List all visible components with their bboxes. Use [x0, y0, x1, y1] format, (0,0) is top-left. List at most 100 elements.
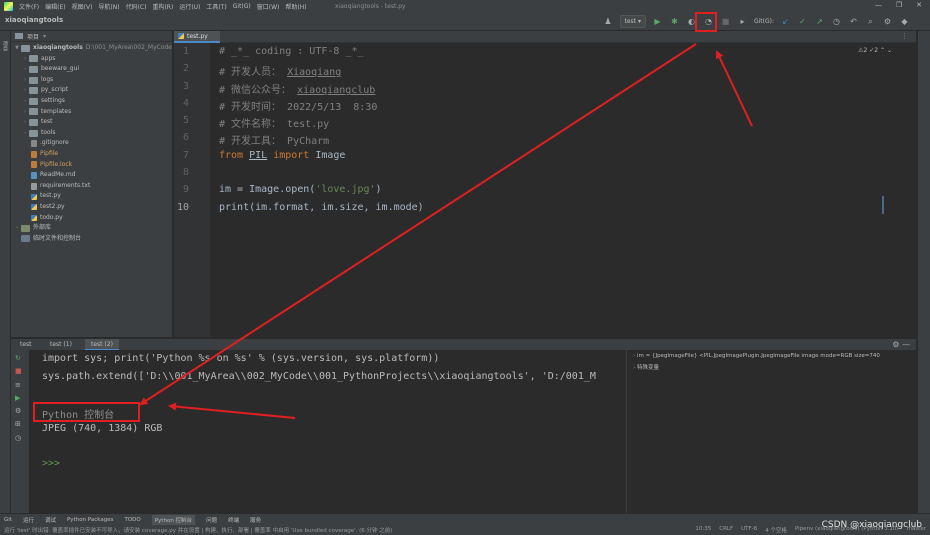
soft-wrap-icon[interactable]: ≡: [15, 381, 21, 389]
rerun-icon[interactable]: ↻: [15, 354, 21, 362]
folder-icon: [29, 76, 38, 84]
project-pane-title[interactable]: 项目: [27, 32, 39, 41]
tool-problems[interactable]: 问题: [206, 516, 217, 524]
run-icon[interactable]: ▶: [652, 17, 663, 26]
chevron-down-icon[interactable]: ▼: [13, 43, 21, 54]
menu-view[interactable]: 视图(V): [72, 2, 93, 11]
tree-file[interactable]: Pipfile: [11, 149, 172, 160]
chevron-right-icon[interactable]: ›: [13, 223, 21, 234]
settings-icon[interactable]: ⚙: [882, 17, 893, 26]
execute-icon[interactable]: ▶: [15, 394, 20, 402]
history-icon[interactable]: ◷: [15, 434, 21, 442]
chevron-right-icon[interactable]: ›: [21, 85, 29, 96]
menu-run[interactable]: 运行(U): [179, 2, 200, 11]
chevron-right-icon[interactable]: ›: [21, 75, 29, 86]
variable-im: im = {JpegImageFile} <PIL.JpegImagePlugi…: [636, 353, 880, 359]
tree-folder[interactable]: › templates: [11, 107, 172, 118]
tree-scratches[interactable]: 临时文件和控制台: [11, 234, 172, 245]
breadcrumb[interactable]: xiaoqiangtools: [5, 16, 63, 24]
line-number: 1: [182, 46, 189, 57]
variable-row[interactable]: › im = {JpegImageFile} <PIL.JpegImagePlu…: [633, 353, 880, 359]
menu-code[interactable]: 代码(C): [126, 2, 147, 11]
chevron-right-icon[interactable]: ›: [21, 107, 29, 118]
code-editor[interactable]: ⚠2 ✓2 ⌃ ⌄ # _*_ coding : UTF-8 _*_ # 开发人…: [210, 43, 916, 337]
chevron-right-icon[interactable]: ›: [21, 128, 29, 139]
git-commit-icon[interactable]: ✓: [797, 17, 808, 26]
chevron-right-icon[interactable]: ›: [633, 353, 635, 359]
file-encoding[interactable]: UTF-8: [741, 526, 757, 534]
console-prompt[interactable]: >>>: [42, 458, 60, 469]
tree-folder[interactable]: › tools: [11, 128, 172, 139]
menu-refactor[interactable]: 重构(R): [152, 2, 173, 11]
git-push-icon[interactable]: ↗: [814, 17, 825, 26]
menu-file[interactable]: 文件(F): [19, 2, 39, 11]
tool-run[interactable]: 运行: [23, 516, 34, 524]
settings-icon[interactable]: ⚙: [15, 407, 21, 415]
line-separator[interactable]: CRLF: [719, 526, 733, 534]
tool-services[interactable]: 服务: [250, 516, 261, 524]
tool-todo[interactable]: TODO: [124, 517, 140, 523]
search-icon[interactable]: ⌕: [865, 17, 876, 27]
chevron-right-icon[interactable]: ›: [21, 96, 29, 107]
tool-git[interactable]: Git: [4, 517, 12, 523]
chevron-right-icon[interactable]: ›: [21, 117, 29, 128]
console-settings-icon[interactable]: ⚙ —: [892, 340, 910, 349]
tree-file[interactable]: test.py: [11, 191, 172, 202]
status-message[interactable]: 运行 'test' 时出错: 覆盖率插件已安装不可导入，请安装 coverage…: [4, 526, 392, 534]
chevron-right-icon[interactable]: ›: [633, 365, 635, 371]
user-icon[interactable]: ♟: [603, 17, 614, 26]
tool-terminal[interactable]: 终端: [228, 516, 239, 524]
tree-folder[interactable]: › beeware_gui: [11, 64, 172, 75]
tree-file[interactable]: test2.py: [11, 202, 172, 213]
rollback-icon[interactable]: ↶: [848, 17, 859, 26]
indent-setting[interactable]: 4 个空格: [765, 526, 787, 534]
console-sidebar: ↻ ■ ≡ ▶ ⚙ ⊞ ◷: [11, 350, 29, 513]
tool-python-packages[interactable]: Python Packages: [67, 517, 113, 523]
code-line: # _*_ coding : UTF-8 _*_: [219, 46, 364, 57]
show-variables-icon[interactable]: ⊞: [15, 420, 21, 428]
menu-tools[interactable]: 工具(T): [206, 2, 226, 11]
tree-folder[interactable]: › py_script: [11, 85, 172, 96]
tree-external-libraries[interactable]: › 外部库: [11, 223, 172, 234]
chevron-right-icon[interactable]: ›: [21, 64, 29, 75]
tool-python-console[interactable]: Python 控制台: [151, 514, 196, 525]
project-stripe-label[interactable]: 项目: [2, 41, 9, 51]
caret-position[interactable]: 10:35: [695, 526, 711, 534]
tree-file[interactable]: todo.py: [11, 213, 172, 224]
maximize-icon[interactable]: ❐: [896, 1, 902, 9]
inspection-widget[interactable]: ⚠2 ✓2 ⌃ ⌄: [858, 47, 892, 54]
python-console-output[interactable]: import sys; print('Python %s on %s' % (s…: [29, 350, 625, 513]
tree-root[interactable]: ▼ xiaoqiangtools D:\001_MyArea\002_MyCod…: [11, 43, 172, 54]
more-run-icon[interactable]: ▸: [737, 17, 748, 26]
debug-icon[interactable]: ✱: [669, 17, 680, 26]
history-icon[interactable]: ◷: [831, 17, 842, 26]
tree-folder[interactable]: › test: [11, 117, 172, 128]
tree-folder[interactable]: › apps: [11, 54, 172, 65]
menu-git[interactable]: Git(G): [233, 3, 251, 10]
window-controls: — ❐ ✕: [875, 1, 922, 9]
tree-file[interactable]: ReadMe.md: [11, 170, 172, 181]
folder-icon: [29, 129, 38, 137]
tree-file[interactable]: requirements.txt: [11, 181, 172, 192]
minimize-icon[interactable]: —: [875, 1, 882, 9]
menu-help[interactable]: 帮助(H): [285, 2, 306, 11]
jetbrains-icon[interactable]: ◆: [899, 17, 910, 26]
git-update-icon[interactable]: ↙: [780, 17, 791, 26]
python-file-icon: [178, 33, 184, 39]
run-config-select[interactable]: test ▾: [619, 15, 646, 28]
tree-file[interactable]: Pipfile.lock: [11, 160, 172, 171]
menu-window[interactable]: 窗口(W): [257, 2, 280, 11]
tabs-menu-icon[interactable]: ⋮: [901, 32, 908, 40]
tab-test-py[interactable]: test.py: [174, 31, 220, 43]
tree-folder[interactable]: › logs: [11, 75, 172, 86]
stop-icon[interactable]: ■: [720, 17, 731, 26]
menu-navigate[interactable]: 导航(N): [98, 2, 119, 11]
tree-file[interactable]: .gitignore: [11, 138, 172, 149]
variable-row[interactable]: › 特殊变量: [633, 363, 659, 371]
stop-icon[interactable]: ■: [15, 367, 22, 375]
tool-debug[interactable]: 调试: [45, 516, 56, 524]
menu-edit[interactable]: 编辑(E): [45, 2, 65, 11]
tree-folder[interactable]: › settings: [11, 96, 172, 107]
close-icon[interactable]: ✕: [916, 1, 922, 9]
chevron-right-icon[interactable]: ›: [21, 54, 29, 65]
